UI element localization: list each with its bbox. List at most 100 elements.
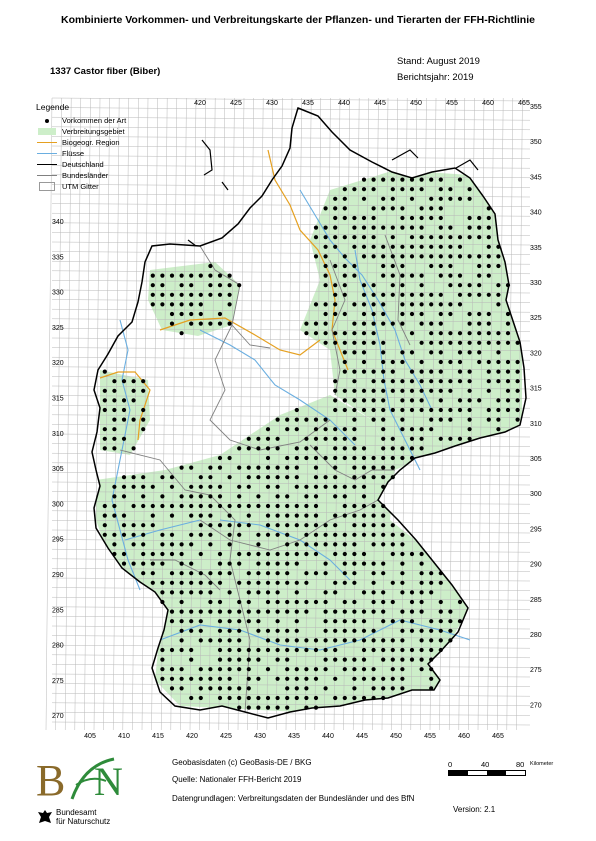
occurrence-dot	[342, 331, 347, 336]
occurrence-dot	[333, 407, 338, 413]
occurrence-dot	[429, 388, 434, 393]
occurrence-dot	[352, 273, 357, 278]
occurrence-dot	[112, 484, 117, 489]
occurrence-dot	[198, 302, 203, 307]
occurrence-dot	[227, 686, 232, 691]
occurrence-dot	[121, 436, 127, 441]
occurrence-dot	[313, 503, 319, 509]
occurrence-dot	[390, 273, 395, 278]
occurrence-dot	[477, 263, 482, 269]
scale-label-0: 0	[448, 760, 453, 769]
occurrence-dot	[419, 311, 424, 317]
occurrence-dot	[246, 475, 251, 480]
occurrence-dot	[477, 398, 482, 403]
occurrence-dot	[121, 561, 127, 566]
occurrence-dot	[342, 273, 347, 278]
occurrence-dot	[438, 225, 443, 230]
occurrence-dot	[438, 187, 443, 192]
occurrence-dot	[409, 619, 415, 624]
occurrence-dot	[400, 215, 405, 221]
occurrence-dot	[313, 647, 319, 653]
occurrence-dot	[323, 225, 328, 230]
occurrence-dot	[352, 551, 357, 557]
occurrence-dot	[265, 475, 271, 480]
occurrence-dot	[390, 407, 395, 413]
occurrence-dot	[419, 379, 424, 384]
occurrence-dot	[333, 446, 338, 451]
occurrence-dot	[448, 359, 453, 365]
occurrence-dot	[208, 676, 213, 681]
occurrence-dot	[208, 513, 213, 518]
occurrence-dot	[323, 532, 328, 537]
occurrence-dot	[429, 292, 434, 297]
occurrence-dot	[429, 331, 434, 336]
occurrence-dot	[390, 177, 395, 182]
occurrence-dot	[371, 532, 376, 537]
occurrence-dot	[486, 388, 491, 393]
occurrence-dot	[217, 676, 223, 681]
occurrence-dot	[102, 532, 107, 537]
occurrence-dot	[237, 619, 242, 624]
occurrence-dot	[361, 407, 367, 413]
occurrence-dot	[121, 379, 127, 384]
occurrence-dot	[457, 196, 463, 201]
occurrence-dot	[217, 311, 223, 317]
occurrence-dot	[429, 369, 434, 374]
occurrence-dot	[333, 292, 338, 297]
occurrence-dot	[390, 263, 395, 269]
occurrence-dot	[246, 523, 251, 528]
occurrence-dot	[333, 628, 338, 633]
occurrence-dot	[419, 254, 424, 259]
occurrence-dot	[198, 638, 203, 643]
occurrence-dot	[217, 580, 223, 585]
occurrence-dot	[429, 321, 434, 326]
occurrence-dot	[419, 273, 424, 278]
occurrence-dot	[342, 254, 347, 259]
occurrence-dot	[409, 254, 415, 259]
occurrence-dot	[486, 417, 491, 422]
occurrence-dot	[371, 523, 376, 528]
occurrence-dot	[419, 647, 424, 653]
occurrence-dot	[304, 436, 309, 441]
occurrence-dot	[294, 503, 299, 509]
occurrence-dot	[438, 619, 443, 624]
occurrence-dot	[361, 590, 367, 595]
svg-text:N: N	[94, 759, 123, 804]
occurrence-dot	[198, 273, 203, 278]
occurrence-dot	[237, 580, 242, 585]
occurrence-dot	[333, 379, 338, 384]
occurrence-dot	[227, 542, 232, 547]
occurrence-dot	[227, 638, 232, 643]
occurrence-dot	[217, 571, 223, 576]
occurrence-dot	[333, 340, 338, 345]
occurrence-dot	[150, 580, 155, 585]
occurrence-dot	[515, 407, 520, 413]
occurrence-dot	[265, 532, 271, 537]
occurrence-dot	[419, 321, 424, 326]
occurrence-dot	[419, 388, 424, 393]
occurrence-dot	[342, 551, 347, 557]
occurrence-dot	[477, 311, 482, 317]
occurrence-dot	[208, 686, 213, 691]
occurrence-dot	[381, 609, 386, 614]
occurrence-dot	[265, 580, 271, 585]
occurrence-dot	[467, 388, 472, 393]
occurrence-dot	[112, 503, 117, 509]
grid-label-right: 300	[530, 491, 542, 498]
occurrence-dot	[438, 196, 443, 201]
occurrence-dot	[217, 628, 223, 633]
occurrence-dot	[400, 571, 405, 576]
occurrence-dot	[141, 427, 146, 432]
occurrence-dot	[323, 273, 328, 278]
occurrence-dot	[141, 571, 146, 576]
occurrence-dot	[371, 254, 376, 259]
occurrence-dot	[179, 619, 184, 624]
occurrence-dot	[112, 532, 117, 537]
occurrence-dot	[419, 244, 424, 249]
occurrence-dot	[294, 676, 299, 681]
eagle-icon	[38, 810, 52, 823]
occurrence-dot	[141, 417, 146, 422]
occurrence-dot	[448, 273, 453, 278]
occurrence-dot	[323, 455, 328, 461]
occurrence-dot	[294, 427, 299, 432]
